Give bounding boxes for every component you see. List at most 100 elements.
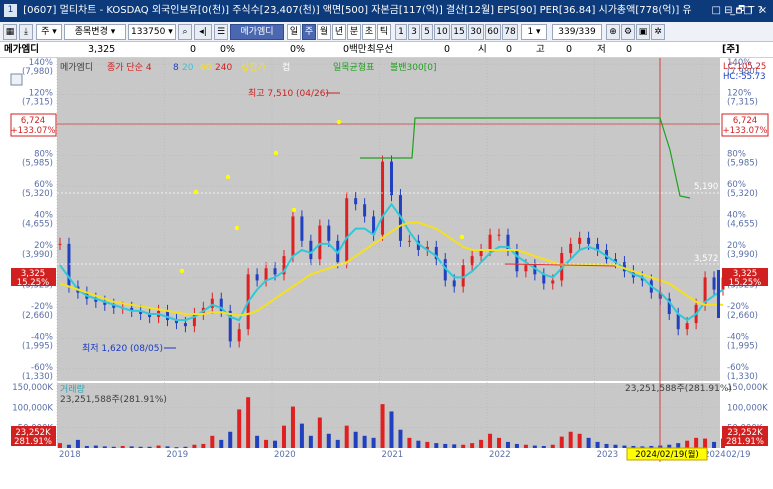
volume-bar [129,446,134,448]
volume-tick-right: 100,000K [727,403,768,413]
lc-label: LC:105.25 [723,62,766,72]
y-tick-price: (7,315) [22,98,53,108]
period-minute[interactable]: 분 [347,24,361,40]
interval-30[interactable]: 30 [468,24,484,40]
volume-bar [228,431,233,448]
volume-bar [201,443,206,448]
volume-bar [165,446,170,448]
legend-ichimoku: 일목균형표 [333,62,374,73]
maximize-button[interactable]: □ [742,0,754,22]
volume-tick: 100,000K [12,403,53,413]
interval-10[interactable]: 10 [434,24,450,40]
candle-body [578,237,582,244]
candle-body [354,198,358,205]
speaker-icon[interactable]: ◂| [194,24,212,40]
volume-bar [317,417,322,448]
interval-1[interactable]: 1 [395,24,407,40]
interval-3[interactable]: 3 [408,24,420,40]
count-select[interactable]: 1 ▾ [521,24,547,40]
y-tick-price-right: (1,995) [727,341,758,351]
volume-bar [255,435,260,448]
window-controls: □ ⊟ 🗗 T ? _ □ × [707,0,773,22]
volume-bar [299,423,304,448]
window-title: [0607] 멀티차트 - KOSDAQ 외국인보유[0(천)] 주식수[23,… [23,5,692,16]
end-date-label: 02/19 [726,450,751,460]
interval-15[interactable]: 15 [451,24,467,40]
volume-bar [407,437,412,448]
chart-settings-icon[interactable]: ▦ [3,24,17,40]
settings-icon[interactable]: ⚙ [621,24,635,40]
unit-button[interactable]: [주] [722,42,739,57]
volume-bar [264,439,269,448]
volume-bar [138,446,143,448]
candle-body [676,313,680,330]
volume-bar [290,406,295,448]
close-button[interactable]: × [757,0,769,22]
volume-bar [443,443,448,448]
list-icon[interactable]: ☰ [214,24,228,40]
info-price: 3,325 [88,44,116,55]
limit-up-marker [273,150,279,156]
interval-78[interactable]: 78 [502,24,518,40]
period-tick[interactable]: 틱 [377,24,391,40]
interval-5[interactable]: 5 [421,24,433,40]
minimize-button[interactable]: _ [727,0,739,22]
period-day[interactable]: 일 [287,24,301,40]
chart-area[interactable]: 140%(7,980)120%(7,315)100%(6,650)80%(5,9… [0,58,773,489]
volume-bar [156,445,161,448]
period-year[interactable]: 년 [332,24,346,40]
gear-icon[interactable]: ✲ [651,24,665,40]
candle-body [58,243,62,245]
volume-bar [452,444,457,448]
stock-code-input[interactable]: 133750 ▾ [128,24,176,40]
candle-body [300,216,304,241]
legend-stock: 메가엠디 [60,61,93,73]
zoom-icon[interactable]: ⊕ [606,24,620,40]
volume-bar [434,443,439,448]
volume-bar [613,444,618,448]
volume-bar [326,433,331,448]
volume-bar [335,439,340,448]
y-tick-price: (5,985) [22,159,53,169]
toolbar: ▦ ⤓ 주 ▾ 종목변경 ▾ 133750 ▾ ⌕ ◂| ☰ 메가엠디 일 주 … [0,22,773,42]
info-low: 0 [626,44,633,55]
volume-bar [568,431,573,448]
period-week[interactable]: 주 [302,24,316,40]
window-tools[interactable]: □ ⊟ 🗗 T ? [711,0,762,22]
candle-body [255,274,259,281]
volume-bar [479,439,484,448]
title-bar: 1 [0607] 멀티차트 - KOSDAQ 외국인보유[0(천)] 주식수[2… [0,0,773,22]
volume-bar [622,445,627,448]
stock-name-display: 메가엠디 [230,24,284,40]
volume-bar [595,441,600,448]
high-annotation: 최고 7,510 (04/26) [248,88,329,99]
candle-body [515,249,519,272]
y-tick-price: (1,995) [22,341,53,351]
volume-bar [371,437,376,448]
stock-search-select[interactable]: 종목변경 ▾ [64,24,126,40]
volume-bar [344,425,349,448]
volume-bar [461,444,466,448]
volume-bar [58,443,62,448]
volume-plot-background [57,383,720,448]
candle-body [183,323,187,327]
y-tick-price: (1,330) [22,372,53,382]
search-icon[interactable]: ⌕ [178,24,192,40]
candle-body [166,310,170,321]
download-icon[interactable]: ⤓ [19,24,33,40]
period-month[interactable]: 월 [317,24,331,40]
price-info-bar: 메가엠디 3,325 0 0% 0% 0백만 최우선 0 시 0 고 0 저 0… [0,42,773,58]
y-tick-price: (3,990) [22,250,53,260]
type-select[interactable]: 주 ▾ [36,24,62,40]
candle-body [363,204,367,217]
candle-body [497,234,501,236]
period-second[interactable]: 초 [362,24,376,40]
interval-60[interactable]: 60 [485,24,501,40]
legend-limit-up: 상한가 [241,62,266,73]
limit-up-marker [193,189,199,195]
volume-bar [102,446,107,448]
legend-240: 240 [215,63,232,73]
chart-config-icon[interactable] [10,73,23,86]
x-tick-label: 2019 [167,450,189,460]
save-icon[interactable]: ▣ [636,24,650,40]
